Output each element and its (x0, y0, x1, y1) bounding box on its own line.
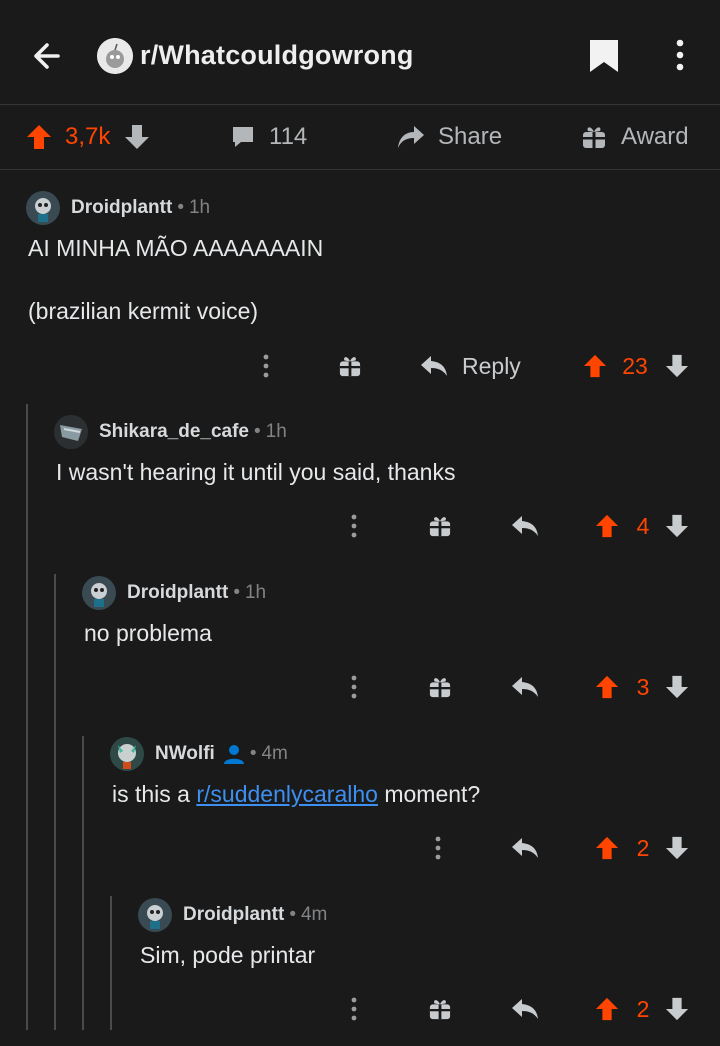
award-label: Award (621, 123, 689, 150)
comment-text: I wasn't hearing it until you said, than… (56, 459, 456, 485)
comment-author[interactable]: Droidplantt (127, 582, 228, 604)
comment-text-prefix: is this a (112, 781, 197, 807)
gift-icon[interactable] (336, 346, 364, 386)
subreddit-avatar[interactable] (97, 38, 133, 74)
top-bar: r/Whatcouldgowrong (0, 0, 720, 104)
share-button[interactable]: Share (396, 104, 502, 170)
comment-author[interactable]: NWolfi (155, 743, 215, 765)
upvote-icon[interactable] (594, 989, 620, 1029)
comment-time: 4m (261, 743, 288, 764)
award-button[interactable]: Award (582, 104, 689, 170)
more-vertical-icon[interactable] (340, 506, 368, 546)
reply-icon[interactable] (510, 506, 540, 546)
upvote-icon[interactable] (582, 346, 608, 386)
upvote-icon[interactable] (594, 506, 620, 546)
avatar[interactable] (26, 191, 60, 225)
comment-author[interactable]: Droidplantt (71, 197, 172, 219)
gift-icon[interactable] (426, 989, 454, 1029)
more-vertical-icon[interactable] (664, 36, 696, 76)
downvote-icon[interactable] (664, 346, 690, 386)
separator-dot: • (249, 743, 257, 764)
gift-icon (582, 124, 606, 150)
reply-icon[interactable] (510, 989, 540, 1029)
comments-button[interactable]: 114 (230, 104, 307, 170)
upvote-icon[interactable] (26, 123, 52, 151)
comment-score: 2 (636, 995, 650, 1022)
downvote-icon[interactable] (664, 989, 690, 1029)
separator-dot: • (233, 582, 240, 603)
more-vertical-icon[interactable] (340, 667, 368, 707)
more-vertical-icon[interactable] (424, 828, 452, 868)
comment-action-bar: 2 (0, 828, 720, 868)
post-vote-group: 3,7k (26, 104, 150, 170)
op-user-icon (223, 744, 245, 764)
comment-score: 4 (636, 512, 650, 539)
comment-count: 114 (269, 123, 308, 150)
avatar[interactable] (82, 576, 116, 610)
comment-text: is this a r/suddenlycaralho moment? (112, 778, 480, 810)
comment-time: 1h (265, 421, 287, 442)
comment-text: Sim, pode printar (140, 942, 316, 968)
avatar[interactable] (54, 415, 88, 449)
separator-dot: • (254, 421, 261, 442)
comment-time: 4m (300, 904, 328, 925)
gift-icon[interactable] (426, 667, 454, 707)
comment-author[interactable]: Shikara_de_cafe (99, 421, 249, 443)
thread-line (82, 736, 84, 1030)
comment-icon (230, 124, 256, 150)
arrow-left-icon[interactable] (28, 36, 68, 76)
more-vertical-icon[interactable] (252, 346, 280, 386)
reply-icon (420, 355, 448, 377)
subreddit-link[interactable]: r/suddenlycaralho (196, 781, 378, 807)
comment-action-bar: 3 (0, 667, 720, 707)
avatar[interactable] (138, 898, 172, 932)
comment-text: AI MINHA MÃO AAAAAAAIN (28, 235, 324, 261)
downvote-icon[interactable] (664, 506, 690, 546)
bookmark-icon[interactable] (586, 36, 622, 76)
comment-time: 1h (188, 197, 211, 218)
divider (0, 169, 720, 170)
comment-text-suffix: moment? (377, 781, 481, 807)
comment-author[interactable]: Droidplantt (183, 904, 284, 926)
downvote-icon[interactable] (124, 123, 150, 151)
comment-score: 2 (636, 834, 650, 861)
comment-action-bar: Reply 23 (0, 346, 720, 386)
downvote-icon[interactable] (664, 828, 690, 868)
share-icon (396, 124, 426, 150)
post-score: 3,7k (65, 123, 111, 150)
comment-action-bar: 2 (0, 989, 720, 1029)
separator-dot: • (177, 197, 184, 218)
comment-score: 3 (636, 673, 650, 700)
share-label: Share (438, 123, 503, 150)
reply-label: Reply (462, 352, 521, 379)
comment-text: (brazilian kermit voice) (28, 298, 259, 324)
reply-icon[interactable] (510, 667, 540, 707)
comment-action-bar: 4 (0, 506, 720, 546)
downvote-icon[interactable] (664, 667, 690, 707)
comment-score: 23 (622, 352, 648, 379)
reply-icon[interactable] (510, 828, 540, 868)
comment-time: 1h (244, 582, 267, 603)
thread-line (54, 574, 56, 1030)
gift-icon[interactable] (426, 506, 454, 546)
more-vertical-icon[interactable] (340, 989, 368, 1029)
comment-text: no problema (84, 620, 212, 646)
thread-line (26, 404, 28, 1030)
upvote-icon[interactable] (594, 667, 620, 707)
reply-button[interactable]: Reply (420, 346, 526, 386)
avatar[interactable] (110, 737, 144, 771)
post-action-bar: 3,7k 114 Share Award (0, 104, 720, 170)
subreddit-name[interactable]: r/Whatcouldgowrong (140, 40, 414, 71)
upvote-icon[interactable] (594, 828, 620, 868)
separator-dot: • (289, 904, 296, 925)
